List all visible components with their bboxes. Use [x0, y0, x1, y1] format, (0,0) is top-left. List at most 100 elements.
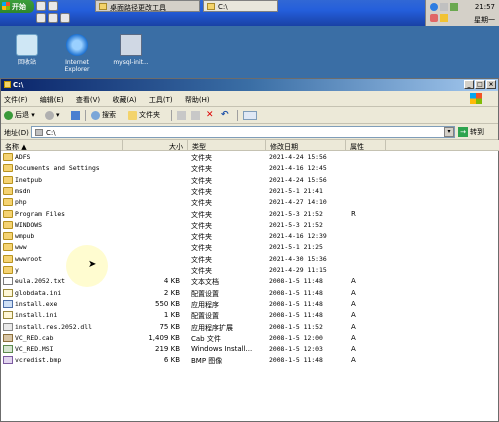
file-type: 文件夹 [191, 210, 212, 219]
desktop-icon[interactable] [36, 1, 46, 11]
file-row[interactable]: VC_RED.MSI 219 KB Windows Install... 2008-1… [1, 344, 499, 355]
copy-to-icon[interactable] [191, 111, 200, 120]
volume-icon[interactable] [440, 3, 448, 11]
help-icon[interactable] [48, 13, 58, 23]
desktop-recycle-bin[interactable]: 回收站 [4, 34, 50, 66]
file-date: 2021-4-16 12:39 [269, 232, 327, 241]
explorer-icon[interactable] [36, 13, 46, 23]
file-row[interactable]: install.ini 1 KB 配置设置 2008-1-5 11:48 A [1, 310, 499, 321]
file-row[interactable]: Documents and Settings 文件夹 2021-4-16 12:45 [1, 163, 499, 174]
address-label: 地址(D) [4, 129, 29, 137]
file-attributes: A [351, 288, 356, 297]
ie-icon[interactable] [48, 1, 58, 11]
column-header-filler [386, 140, 499, 151]
file-type: Cab 文件 [191, 334, 221, 343]
search-button[interactable]: 搜索 [91, 110, 116, 121]
file-size: 1,409 KB [148, 333, 180, 342]
task-label: 桌面路径更改工具 [110, 4, 166, 12]
ime-icon[interactable] [430, 14, 438, 22]
menu-help[interactable]: 帮助(H) [185, 96, 210, 104]
file-date: 2008-1-5 11:48 [269, 288, 323, 297]
undo-icon[interactable]: ↶ [221, 111, 230, 120]
network-icon[interactable] [430, 3, 438, 11]
column-header-type[interactable]: 类型 [188, 140, 266, 151]
menu-tools[interactable]: 工具(T) [149, 96, 173, 104]
task-button-tool[interactable]: 桌面路径更改工具 [95, 0, 200, 12]
move-to-icon[interactable] [177, 111, 186, 120]
toolbar-separator [85, 110, 86, 121]
file-date: 2021-4-29 11:15 [269, 266, 327, 274]
start-label: 开始 [12, 3, 26, 11]
media-icon[interactable] [60, 13, 70, 23]
forward-button[interactable]: ▾ [45, 110, 60, 121]
menu-file[interactable]: 文件(F) [4, 96, 28, 104]
views-icon[interactable] [243, 111, 257, 120]
file-type: 配置设置 [191, 289, 219, 298]
toolbar: 后退 ▾ ▾ 搜索 文件夹 ✕ ↶ [1, 107, 498, 124]
file-attributes: A [351, 333, 356, 342]
up-folder-icon[interactable] [71, 111, 80, 120]
file-type: Windows Install... [191, 345, 253, 354]
file-attributes: R [351, 209, 356, 218]
address-dropdown-icon[interactable]: ▾ [444, 127, 454, 137]
file-size: 219 KB [155, 345, 180, 354]
toolbar-separator [171, 110, 172, 121]
windows-logo-icon [470, 93, 482, 104]
file-date: 2008-1-5 11:52 [269, 322, 323, 331]
start-button[interactable]: 开始 [0, 0, 34, 13]
window-titlebar[interactable]: C:\ _ □ × [1, 79, 498, 91]
file-row[interactable]: globdata.ini 2 KB 配置设置 2008-1-5 11:48 A [1, 288, 499, 299]
back-button[interactable]: 后退 ▾ [4, 110, 35, 121]
file-name: php [15, 198, 27, 207]
file-name: www [15, 243, 27, 252]
go-button[interactable]: → 转到 [458, 126, 484, 138]
file-row[interactable]: ADFS 文件夹 2021-4-24 15:56 [1, 152, 499, 163]
desktop-internet-explorer[interactable]: Internet Explorer [54, 34, 100, 73]
file-type: 文件夹 [191, 244, 212, 253]
file-date: 2008-1-5 11:48 [269, 311, 323, 320]
task-button-explorer[interactable]: C:\ [203, 0, 278, 12]
recycle-bin-icon [16, 34, 38, 56]
file-row[interactable]: wmpub 文件夹 2021-4-16 12:39 [1, 231, 499, 242]
file-name: ADFS [15, 153, 31, 161]
folders-icon [128, 110, 137, 120]
menu-view[interactable]: 查看(V) [76, 96, 100, 104]
dll-file-icon [3, 322, 13, 331]
address-input[interactable]: C:\ [31, 126, 455, 138]
cab-file-icon [3, 333, 13, 342]
desktop-mysql-init[interactable]: mysql-init... [108, 34, 154, 66]
file-row[interactable]: msdn 文件夹 2021-5-1 21:41 [1, 186, 499, 197]
security-icon[interactable] [440, 14, 448, 22]
taskbar: 开始 桌面路径更改工具 C:\ 21:57 星期一 [0, 0, 499, 26]
file-row[interactable]: Program Files 文件夹 2021-5-3 21:52 R [1, 209, 499, 220]
column-header-date[interactable]: 修改日期 [266, 140, 346, 151]
file-row[interactable]: install.exe 550 KB 应用程序 2008-1-5 11:48 A [1, 299, 499, 310]
file-name: Documents and Settings [15, 164, 100, 173]
clock[interactable]: 21:57 [475, 3, 495, 11]
file-row[interactable]: VC_RED.cab 1,409 KB Cab 文件 2008-1-5 12:00 A [1, 333, 499, 344]
file-size: 550 KB [155, 299, 180, 308]
file-attributes: A [351, 311, 356, 320]
minimize-button[interactable]: _ [464, 80, 474, 89]
file-row[interactable]: install.res.2052.dll 75 KB 应用程序扩展 2008-1-5 … [1, 322, 499, 333]
file-row[interactable]: php 文件夹 2021-4-27 14:10 [1, 197, 499, 208]
file-name: wmpub [15, 232, 35, 241]
column-header-name[interactable]: 名称 ▲ [1, 140, 123, 151]
file-type: 文件夹 [191, 165, 212, 174]
menu-favorites[interactable]: 收藏(A) [112, 96, 136, 104]
column-header-size[interactable]: 大小 [123, 140, 188, 151]
file-date: 2021-5-1 21:25 [269, 243, 323, 252]
folders-button[interactable]: 文件夹 [128, 110, 160, 121]
menu-edit[interactable]: 编辑(E) [40, 96, 64, 104]
desktop-icon-label: Internet Explorer [64, 59, 90, 73]
file-row[interactable]: WINDOWS 文件夹 2021-5-3 21:52 [1, 220, 499, 231]
file-row[interactable]: vcredist.bmp 6 KB BMP 图像 2008-1-5 11:48 A [1, 355, 499, 366]
folder-icon [3, 232, 13, 241]
close-button[interactable]: × [486, 80, 496, 89]
file-row[interactable]: Inetpub 文件夹 2021-4-24 15:56 [1, 175, 499, 186]
column-header-attributes[interactable]: 属性 [346, 140, 386, 151]
maximize-button[interactable]: □ [475, 80, 485, 89]
address-value: C:\ [46, 129, 56, 137]
delete-icon[interactable]: ✕ [206, 111, 215, 120]
shield-icon[interactable] [450, 3, 458, 11]
